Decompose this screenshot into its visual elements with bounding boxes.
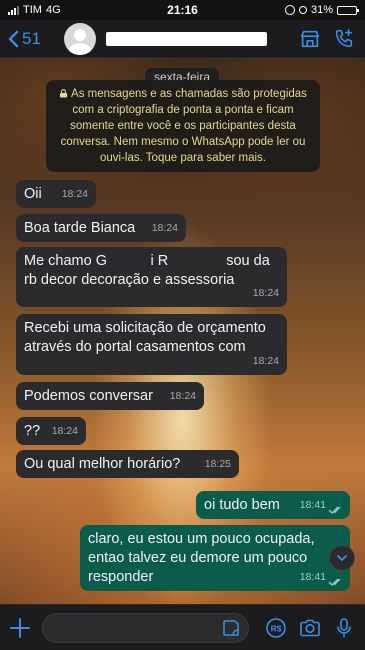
pix-icon: R$: [266, 617, 287, 638]
pix-button[interactable]: R$: [263, 615, 289, 641]
message-text: oi tudo bem: [204, 497, 280, 513]
message-bubble[interactable]: Ou qual melhor horário? 18:25: [16, 450, 239, 478]
message-input[interactable]: [41, 612, 250, 643]
message-text: Me chamo G i R sou da rb decor decoração…: [24, 253, 270, 288]
status-bar: TIM 4G 21:16 31%: [0, 0, 365, 20]
plus-icon[interactable]: [8, 616, 32, 640]
chat-header: 51: [0, 20, 365, 58]
message-time: 18:24: [252, 287, 279, 299]
encryption-notice[interactable]: As mensagens e as chamadas são protegida…: [46, 80, 320, 172]
message-bubble[interactable]: Recebi uma solicitação de orçamento atra…: [16, 314, 287, 375]
catalog-button[interactable]: [295, 24, 325, 54]
message-text: claro, eu estou um pouco ocupada, entao …: [88, 531, 315, 585]
lock-icon: [59, 89, 68, 98]
chevron-left-icon: [8, 30, 19, 47]
location-icon: [284, 5, 295, 15]
message-bubble-outgoing[interactable]: claro, eu estou um pouco ocupada, entao …: [80, 525, 350, 591]
back-button[interactable]: 51: [6, 29, 64, 49]
avatar[interactable]: [64, 22, 96, 55]
contact-name-redacted[interactable]: [106, 31, 267, 46]
signal-icon: [8, 5, 19, 15]
message-text: Podemos conversar: [24, 388, 153, 404]
chat-area[interactable]: sexta-feira As mensagens e as chamadas s…: [0, 58, 365, 604]
message-time: 18:25: [204, 458, 231, 470]
scroll-to-bottom-button[interactable]: [329, 545, 355, 571]
battery-icon: [337, 5, 359, 15]
message-time: 18:24: [61, 188, 88, 200]
message-bubble[interactable]: Oii 18:24: [16, 180, 96, 208]
add-call-icon: [335, 28, 353, 47]
message-bubble[interactable]: Podemos conversar 18:24: [16, 382, 204, 410]
message-time: 18:24: [151, 222, 178, 234]
camera-icon: [300, 619, 320, 636]
call-button[interactable]: [329, 24, 359, 54]
message-bubble[interactable]: ?? 18:24: [16, 417, 86, 445]
encryption-notice-text: As mensagens e as chamadas são protegida…: [60, 88, 307, 164]
composer-bar: R$: [0, 604, 365, 650]
pix-label: R$: [271, 623, 282, 633]
alarm-icon: [298, 6, 307, 14]
message-text: Oii: [24, 186, 42, 202]
microphone-icon: [337, 617, 351, 638]
message-time: 18:24: [169, 390, 196, 402]
message-bubble[interactable]: Me chamo G i R sou da rb decor decoração…: [16, 247, 287, 307]
camera-button[interactable]: [297, 615, 323, 641]
message-bubble-outgoing[interactable]: oi tudo bem 18:41: [196, 491, 350, 519]
message-time: 18:24: [252, 355, 279, 367]
message-time: 18:41: [299, 571, 326, 583]
message-text: Boa tarde Bianca: [24, 220, 136, 236]
chevron-down-icon: [337, 555, 347, 562]
carrier-label: TIM: [23, 4, 42, 16]
message-text: Ou qual melhor horário?: [24, 456, 181, 472]
battery-percent: 31%: [310, 4, 333, 16]
message-text: Recebi uma solicitação de orçamento atra…: [24, 320, 266, 355]
message-bubble[interactable]: Boa tarde Bianca 18:24: [16, 214, 186, 242]
message-text: ??: [24, 423, 41, 439]
sticker-icon[interactable]: [222, 619, 240, 637]
clock: 21:16: [167, 3, 198, 17]
voice-message-button[interactable]: [331, 615, 357, 641]
unread-count: 51: [22, 28, 41, 48]
network-label: 4G: [45, 4, 61, 16]
read-receipt-icon: [328, 578, 341, 586]
read-receipt-icon: [328, 506, 341, 514]
storefront-icon: [300, 30, 320, 47]
message-time: 18:41: [299, 499, 326, 511]
message-time: 18:24: [51, 425, 78, 437]
